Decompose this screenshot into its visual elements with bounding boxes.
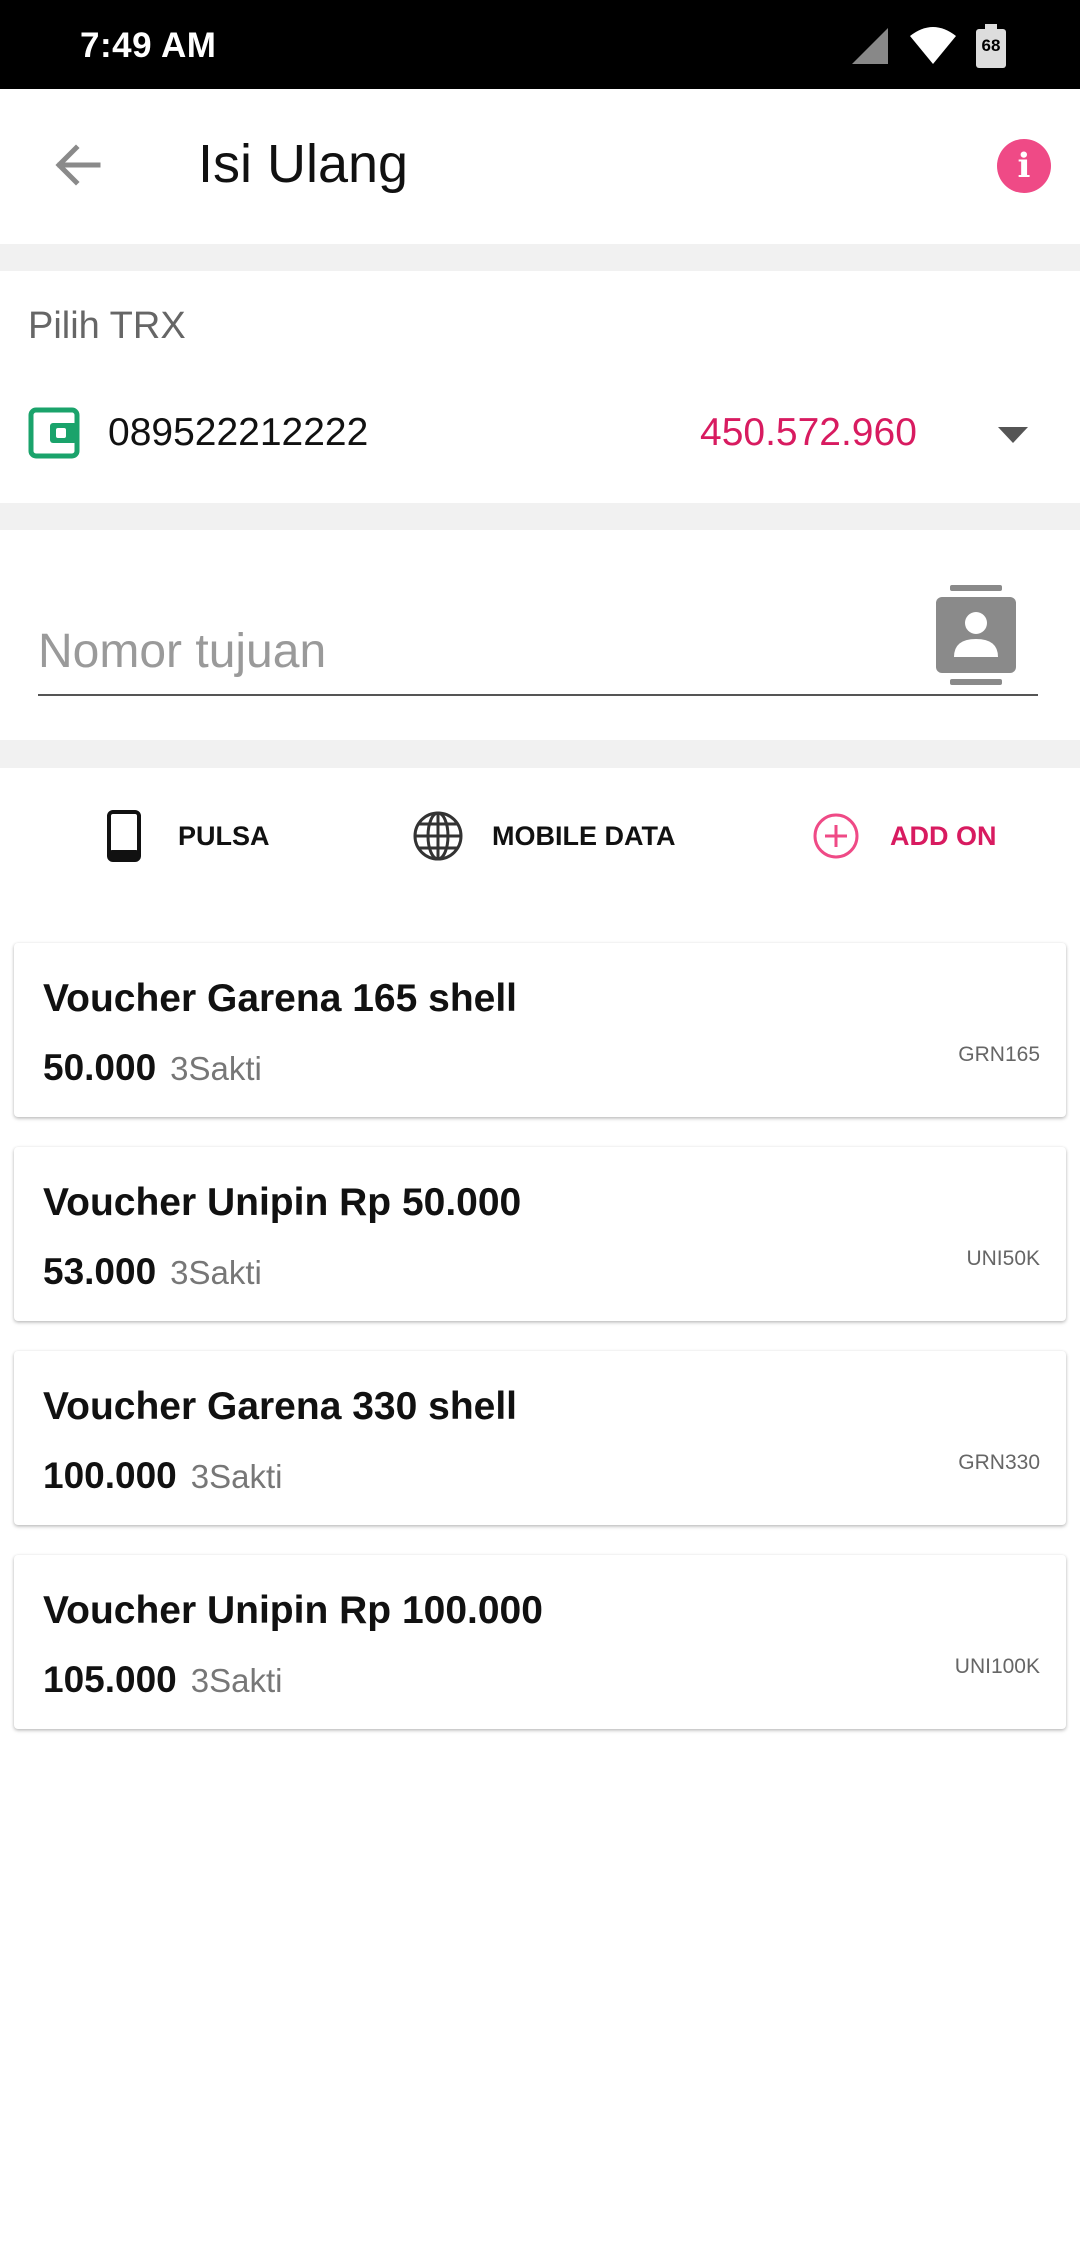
product-vendor: 3Sakti (170, 1050, 262, 1087)
product-code: UNI50K (966, 1247, 1040, 1270)
page-title: Isi Ulang (198, 134, 409, 194)
add-circle-icon (810, 810, 862, 862)
trx-selector[interactable]: Pilih TRX 089522212222 450.572.960 (0, 271, 1080, 503)
product-card[interactable]: Voucher Unipin Rp 100.000 105.000 3Sakti … (14, 1555, 1066, 1729)
tab-label: PULSA (178, 820, 270, 851)
divider (0, 503, 1080, 530)
tab-mobile-data[interactable]: MOBILE DATA (412, 808, 675, 864)
info-icon[interactable]: i (997, 139, 1051, 193)
signal-icon (852, 28, 888, 64)
product-card[interactable]: Voucher Garena 330 shell 100.000 3Sakti G… (14, 1351, 1066, 1525)
status-icons: 68 (850, 24, 1006, 68)
tab-pulsa[interactable]: PULSA (98, 808, 270, 864)
product-price-row: 53.000 3Sakti (43, 1251, 262, 1293)
product-price: 50.000 (43, 1047, 157, 1088)
product-price: 53.000 (43, 1251, 157, 1292)
destination-section (0, 530, 1080, 740)
product-card[interactable]: Voucher Garena 165 shell 50.000 3Sakti GR… (14, 943, 1066, 1117)
battery-level: 68 (981, 36, 1001, 55)
destination-number-input[interactable] (38, 608, 1038, 696)
product-card[interactable]: Voucher Unipin Rp 50.000 53.000 3Sakti UN… (14, 1147, 1066, 1321)
product-price: 105.000 (43, 1659, 177, 1700)
status-time: 7:49 AM (80, 26, 217, 65)
divider (0, 740, 1080, 768)
tab-label: ADD ON (890, 820, 997, 851)
product-price-row: 50.000 3Sakti (43, 1047, 262, 1089)
product-vendor: 3Sakti (190, 1458, 283, 1495)
product-name: Voucher Unipin Rp 100.000 (43, 1589, 543, 1632)
divider (0, 244, 1080, 271)
product-price: 100.000 (43, 1455, 177, 1496)
product-code: GRN165 (958, 1043, 1040, 1066)
battery-icon: 68 (976, 24, 1006, 68)
wallet-icon (28, 407, 80, 459)
product-price-row: 100.000 3Sakti (43, 1455, 282, 1497)
trx-number: 089522212222 (108, 411, 369, 454)
phone-icon (98, 810, 150, 862)
product-code: GRN330 (958, 1451, 1040, 1474)
globe-icon (412, 810, 464, 862)
product-name: Voucher Garena 330 shell (43, 1385, 517, 1428)
wifi-icon (910, 27, 956, 64)
product-price-row: 105.000 3Sakti (43, 1659, 282, 1701)
status-bar: 7:49 AM 68 (0, 0, 1080, 89)
product-code: UNI100K (954, 1655, 1040, 1678)
dropdown-arrow-icon[interactable] (998, 427, 1028, 445)
product-name: Voucher Unipin Rp 50.000 (43, 1181, 522, 1224)
tab-label: MOBILE DATA (492, 820, 676, 851)
trx-balance: 450.572.960 (700, 411, 917, 454)
trx-label: Pilih TRX (28, 305, 186, 347)
tab-add-on[interactable]: ADD ON (810, 808, 997, 864)
product-vendor: 3Sakti (190, 1662, 283, 1699)
product-tabs: PULSA MOBILE DATA ADD ON (0, 768, 1080, 898)
back-arrow-icon[interactable] (48, 135, 108, 195)
app-bar: Isi Ulang i (0, 89, 1080, 244)
product-vendor: 3Sakti (170, 1254, 262, 1291)
product-name: Voucher Garena 165 shell (43, 977, 517, 1020)
contact-book-icon[interactable] (934, 585, 1018, 685)
